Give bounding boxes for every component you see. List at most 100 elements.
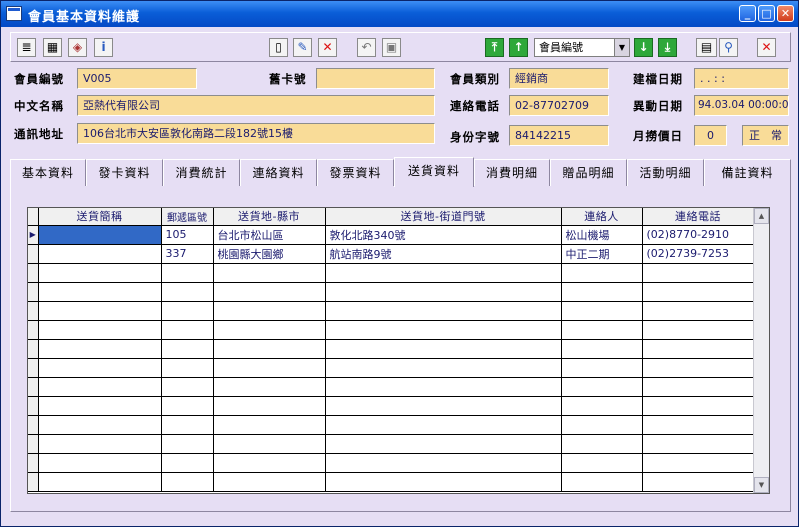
close-button[interactable]: ✕ — [777, 5, 794, 22]
tab-delivery[interactable]: 送貨資料 — [394, 157, 474, 187]
chevron-down-icon[interactable]: ▼ — [614, 39, 629, 56]
table-cell[interactable] — [38, 415, 162, 435]
tab-notes[interactable]: 備註資料 — [704, 159, 791, 186]
table-cell[interactable]: 337 — [161, 244, 214, 264]
table-row[interactable]: ▶ 105 台北市松山區 敦化北路340號 松山機場 (02)8770-2910 — [28, 225, 755, 245]
empty-row[interactable] — [28, 453, 755, 473]
table-cell[interactable] — [561, 301, 643, 321]
empty-row[interactable] — [28, 282, 755, 302]
table-cell[interactable] — [561, 377, 643, 397]
table-cell[interactable] — [561, 358, 643, 378]
tab-contact[interactable]: 連絡資料 — [240, 159, 317, 186]
table-cell[interactable] — [561, 415, 643, 435]
grid-icon[interactable]: ▤ — [696, 38, 717, 57]
table-cell[interactable] — [38, 301, 162, 321]
exit-icon[interactable]: ✕ — [757, 38, 776, 57]
table-cell[interactable] — [561, 263, 643, 283]
empty-row[interactable] — [28, 339, 755, 359]
search-field-combo[interactable]: 會員編號 ▼ — [534, 38, 630, 57]
table-cell[interactable] — [38, 263, 162, 283]
scroll-up-icon[interactable]: ▲ — [754, 208, 769, 224]
table-cell[interactable] — [161, 358, 214, 378]
empty-row[interactable] — [28, 377, 755, 397]
member-type-field[interactable]: 經銷商 — [509, 68, 609, 89]
id-field[interactable]: 84142215 — [509, 125, 609, 146]
empty-row[interactable] — [28, 263, 755, 283]
new-record-icon[interactable]: ▯ — [269, 38, 288, 57]
last-record-icon[interactable]: ⤓ — [658, 38, 677, 57]
table-cell[interactable] — [38, 396, 162, 416]
table-cell[interactable]: 航站南路9號 — [325, 244, 562, 264]
table-cell[interactable] — [38, 282, 162, 302]
table-cell[interactable] — [642, 358, 755, 378]
table-cell[interactable] — [561, 339, 643, 359]
table-cell[interactable] — [161, 320, 214, 340]
table-cell[interactable] — [325, 415, 562, 435]
empty-row[interactable] — [28, 415, 755, 435]
table-cell[interactable] — [642, 396, 755, 416]
table-cell[interactable] — [161, 472, 214, 492]
table-cell[interactable] — [561, 320, 643, 340]
table-cell[interactable] — [642, 415, 755, 435]
table-cell[interactable] — [642, 301, 755, 321]
edit-record-icon[interactable]: ✎ — [293, 38, 312, 57]
table-cell[interactable] — [213, 263, 326, 283]
prev-record-icon[interactable]: ↑ — [509, 38, 528, 57]
table-cell[interactable] — [325, 453, 562, 473]
status-field[interactable]: 正 常 — [742, 125, 789, 146]
table-cell[interactable] — [325, 339, 562, 359]
table-cell[interactable] — [161, 453, 214, 473]
table-cell[interactable] — [642, 472, 755, 492]
column-header[interactable]: 送貨地-縣市 — [213, 208, 326, 226]
table-cell[interactable] — [38, 377, 162, 397]
phone-field[interactable]: 02-87702709 — [509, 95, 609, 116]
old-card-field[interactable] — [316, 68, 435, 89]
empty-row[interactable] — [28, 434, 755, 454]
tab-consume-detail[interactable]: 消費明細 — [474, 159, 550, 186]
table-cell[interactable] — [213, 396, 326, 416]
table-cell[interactable] — [561, 396, 643, 416]
table-view-icon[interactable]: ▦ — [43, 38, 62, 57]
table-cell[interactable] — [161, 301, 214, 321]
modified-date-field[interactable]: 94.03.04 00:00:00 — [694, 95, 789, 116]
books-icon[interactable]: ◈ — [68, 38, 87, 57]
table-cell[interactable] — [213, 415, 326, 435]
save-icon[interactable]: ▣ — [382, 38, 401, 57]
table-cell[interactable]: 松山機場 — [561, 225, 643, 245]
table-cell[interactable] — [561, 472, 643, 492]
member-no-field[interactable]: V005 — [77, 68, 197, 89]
tab-activity-detail[interactable]: 活動明細 — [627, 159, 704, 186]
table-cell[interactable] — [38, 225, 162, 245]
vertical-scrollbar[interactable]: ▲ ▼ — [753, 208, 769, 493]
table-cell[interactable] — [213, 320, 326, 340]
table-cell[interactable] — [325, 320, 562, 340]
table-cell[interactable] — [161, 263, 214, 283]
empty-row[interactable] — [28, 396, 755, 416]
table-cell[interactable] — [38, 358, 162, 378]
table-cell[interactable] — [325, 434, 562, 454]
table-cell[interactable] — [325, 396, 562, 416]
table-cell[interactable] — [642, 339, 755, 359]
table-cell[interactable] — [38, 339, 162, 359]
table-cell[interactable] — [642, 434, 755, 454]
table-cell[interactable] — [38, 472, 162, 492]
empty-row[interactable] — [28, 301, 755, 321]
table-cell[interactable]: 105 — [161, 225, 214, 245]
table-cell[interactable] — [161, 396, 214, 416]
table-cell[interactable] — [38, 453, 162, 473]
table-cell[interactable] — [213, 282, 326, 302]
created-date-field[interactable]: . . : : — [694, 68, 789, 89]
table-cell[interactable] — [325, 358, 562, 378]
first-record-icon[interactable]: ⤒ — [485, 38, 504, 57]
table-cell[interactable] — [325, 263, 562, 283]
info-icon[interactable]: i — [94, 38, 113, 57]
column-header[interactable]: 送貨簡稱 — [38, 208, 162, 226]
undo-icon[interactable]: ↶ — [357, 38, 376, 57]
table-cell[interactable] — [561, 453, 643, 473]
table-cell[interactable] — [161, 415, 214, 435]
table-cell[interactable] — [642, 282, 755, 302]
column-header[interactable]: 連絡電話 — [642, 208, 755, 226]
table-cell[interactable] — [213, 377, 326, 397]
table-cell[interactable] — [161, 282, 214, 302]
tab-invoice[interactable]: 發票資料 — [317, 159, 394, 186]
